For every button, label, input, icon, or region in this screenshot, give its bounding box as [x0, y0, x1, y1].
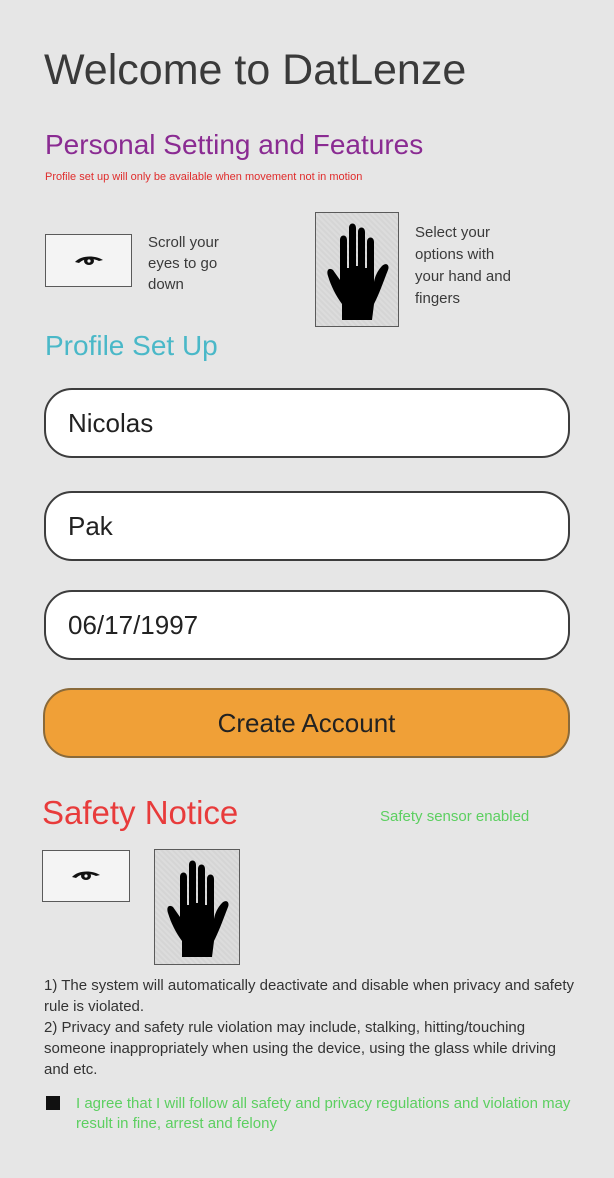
safety-hand-tile: [154, 849, 240, 965]
eye-scroll-tile: [45, 234, 132, 287]
eye-scroll-caption: Scroll your eyes to go down: [148, 234, 219, 293]
hand-icon: [327, 223, 389, 320]
eye-icon: [72, 871, 100, 880]
create-account-button[interactable]: Create Account: [43, 688, 570, 758]
sensor-status: Safety sensor enabled: [380, 808, 530, 825]
motion-warning: Profile set up will only be available wh…: [45, 171, 363, 183]
hand-select-tile: [315, 212, 399, 327]
page-title: Welcome to DatLenze: [44, 46, 467, 94]
safety-heading: Safety Notice: [42, 794, 239, 831]
first-name-field[interactable]: [44, 388, 570, 458]
first-name-input[interactable]: [68, 407, 546, 439]
safety-rule-2: 2) Privacy and safety rule violation may…: [44, 1019, 556, 1078]
last-name-input[interactable]: [68, 510, 546, 542]
eye-icon: [74, 255, 103, 265]
hand-icon: [167, 860, 229, 957]
safety-rules: 1) The system will automatically deactiv…: [44, 975, 584, 1080]
safety-rule-1: 1) The system will automatically deactiv…: [44, 977, 574, 1015]
page-subtitle: Personal Setting and Features: [45, 129, 424, 160]
agree-checkbox[interactable]: [46, 1096, 60, 1110]
last-name-field[interactable]: [44, 491, 570, 561]
profile-heading: Profile Set Up: [45, 330, 218, 361]
agree-label: I agree that I will follow all safety an…: [76, 1095, 571, 1132]
agree-row[interactable]: I agree that I will follow all safety an…: [44, 1094, 584, 1134]
birthdate-field[interactable]: [44, 590, 570, 660]
hand-select-caption: Select your options with your hand and f…: [415, 224, 511, 307]
safety-eye-tile: [42, 850, 130, 902]
birthdate-input[interactable]: [68, 609, 546, 641]
